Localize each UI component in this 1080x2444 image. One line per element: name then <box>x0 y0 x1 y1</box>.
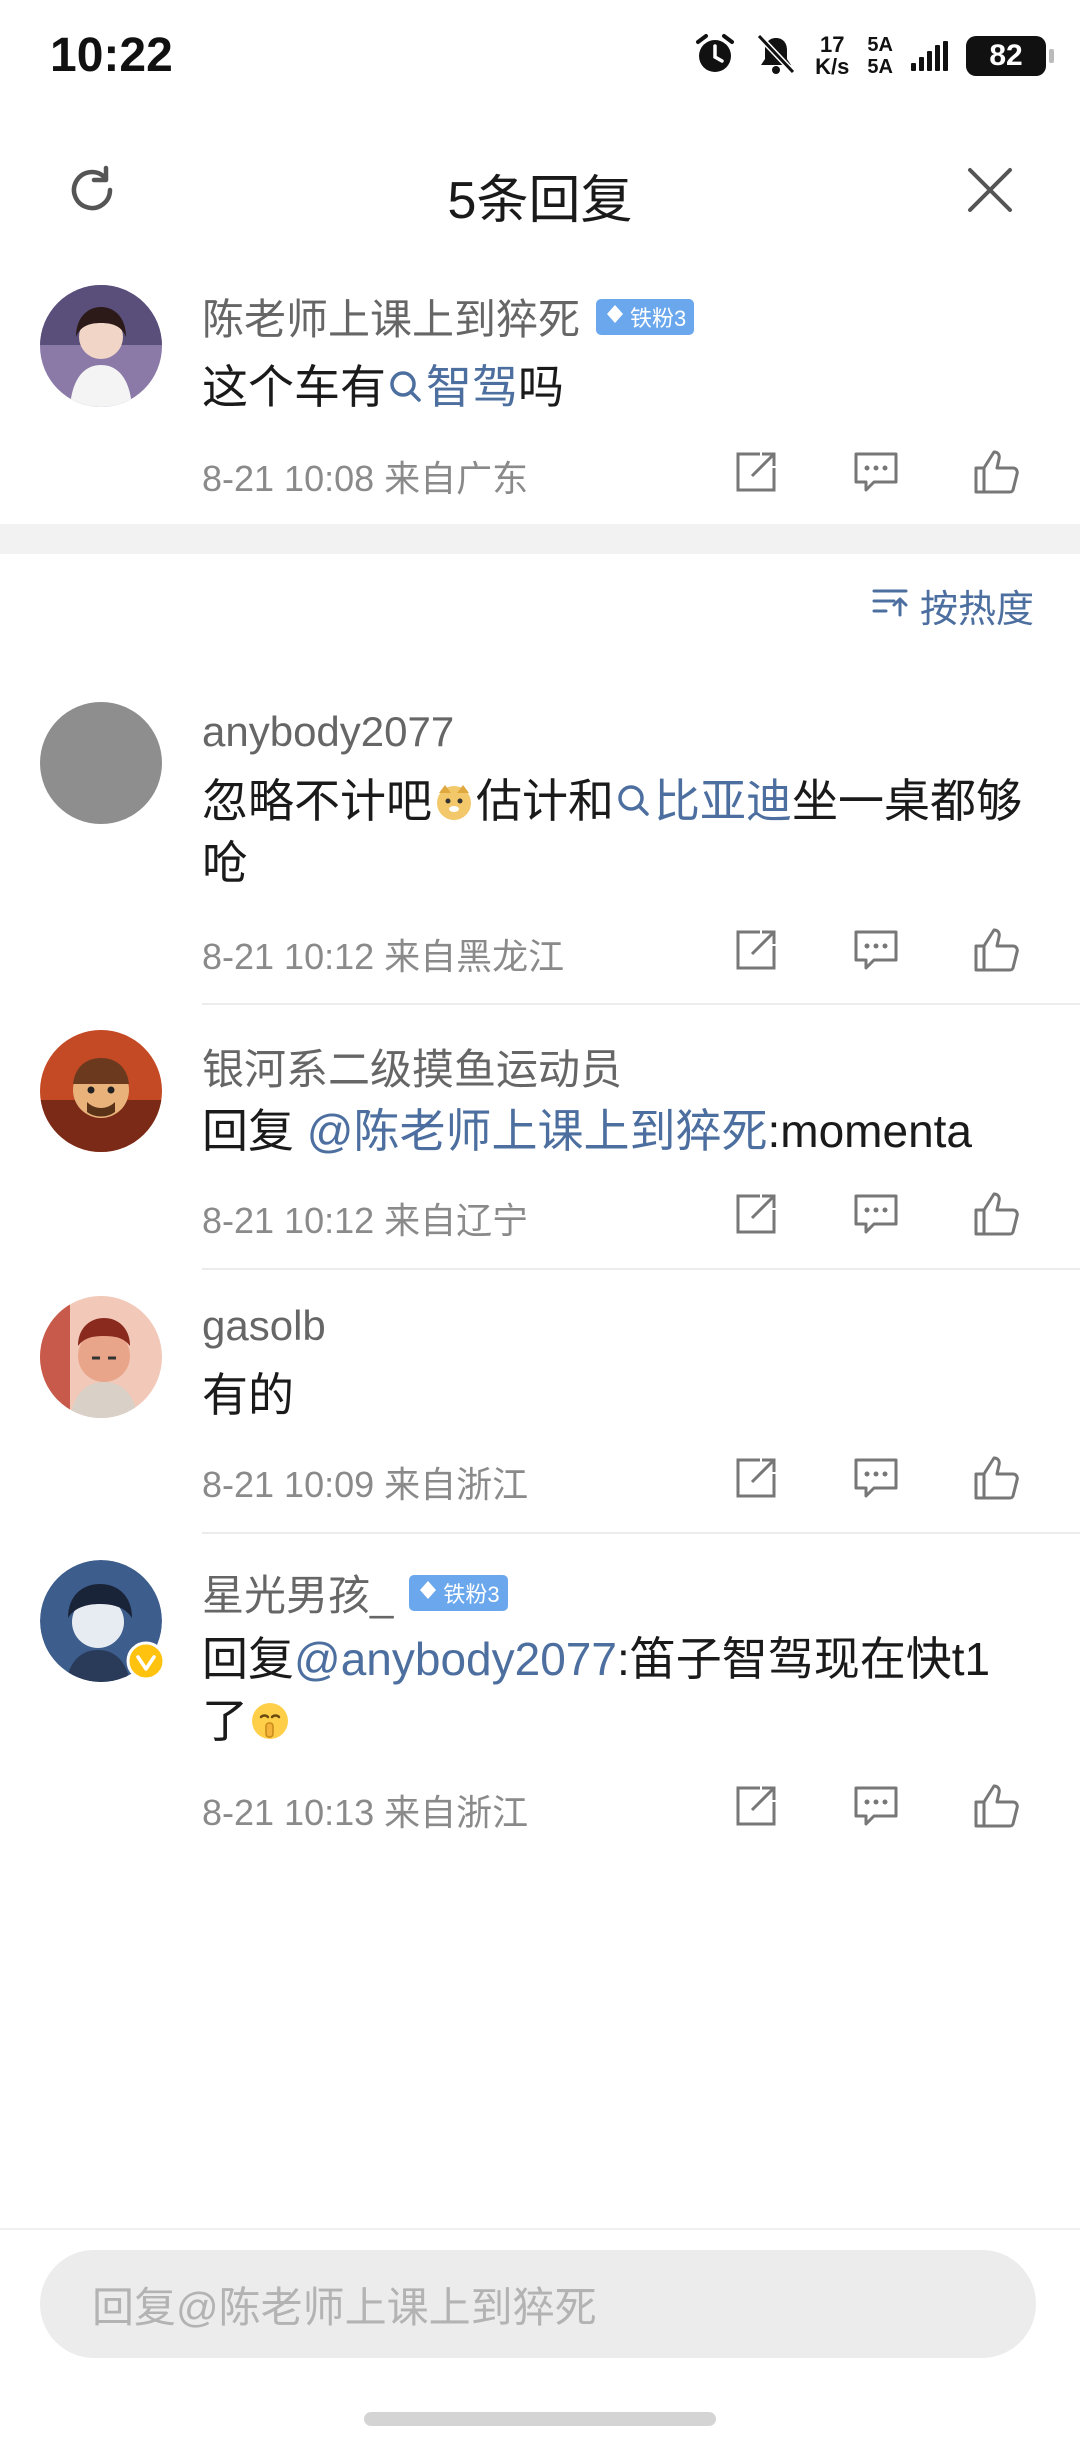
comment-author[interactable]: 陈老师上课上到猝死 铁粉3 <box>202 286 695 347</box>
like-icon[interactable] <box>972 1454 1020 1502</box>
like-icon[interactable] <box>972 448 1020 496</box>
comment-actions <box>732 1190 1020 1238</box>
search-icon <box>614 775 654 827</box>
reply-footer: 回复@陈老师上课上到猝死 <box>0 2228 1080 2444</box>
row-divider <box>202 1268 1080 1270</box>
avatar[interactable] <box>40 702 162 824</box>
status-bar: 10:22 17 K/s 5A 5A 82 <box>0 0 1080 110</box>
comment-icon[interactable] <box>852 1454 900 1502</box>
comment-meta: 8-21 10:13 来自浙江 <box>202 1792 529 1833</box>
comment-author[interactable]: gasolb <box>202 1302 326 1350</box>
badge-label: 铁粉3 <box>630 305 687 331</box>
shush-emoji-icon <box>248 1695 292 1747</box>
avatar[interactable] <box>40 1560 166 1682</box>
network-speed: 17 K/s <box>815 34 849 78</box>
author-name[interactable]: 陈老师上课上到猝死 <box>202 286 580 347</box>
comment-meta: 8-21 10:12 来自辽宁 <box>202 1200 529 1241</box>
reply-input[interactable]: 回复@陈老师上课上到猝死 <box>40 2250 1036 2358</box>
topic-link-text[interactable]: 比亚迪 <box>654 775 792 827</box>
topic-link[interactable]: 比亚迪 <box>614 775 792 827</box>
doge-emoji-icon <box>432 775 476 827</box>
content-text: 吗 <box>518 361 564 413</box>
fan-badge: 铁粉3 <box>596 298 695 335</box>
author-name[interactable]: anybody2077 <box>202 708 454 756</box>
author-name[interactable]: 银河系二级摸鱼运动员 <box>202 1036 622 1097</box>
search-icon <box>386 361 426 413</box>
share-icon[interactable] <box>732 1190 780 1238</box>
fan-badge: 铁粉3 <box>409 1574 508 1611</box>
speed-value: 17 <box>820 32 845 57</box>
comment-author[interactable]: anybody2077 <box>202 708 454 756</box>
comment-actions <box>732 926 1020 974</box>
content-text: :momenta <box>767 1105 973 1157</box>
row-divider <box>202 1532 1080 1534</box>
comment-icon[interactable] <box>852 1782 900 1830</box>
row-divider <box>202 1003 1080 1005</box>
share-icon[interactable] <box>732 1454 780 1502</box>
content-text: 回复 <box>202 1105 307 1157</box>
comment-content: 忽略不计吧 估计和 比亚迪坐一桌都够呛 <box>202 770 1030 894</box>
share-icon[interactable] <box>732 448 780 496</box>
alarm-icon <box>693 32 737 81</box>
header: 5条回复 <box>0 130 1080 250</box>
badge-label: 铁粉3 <box>443 1581 500 1607</box>
comment-author[interactable]: 星光男孩_ 铁粉3 <box>202 1562 508 1623</box>
author-name[interactable]: gasolb <box>202 1302 326 1350</box>
topic-link[interactable]: 智驾 <box>386 361 518 413</box>
sort-label[interactable]: 按热度 <box>920 578 1034 633</box>
like-icon[interactable] <box>972 1782 1020 1830</box>
sort-button[interactable]: 按热度 <box>870 578 1034 633</box>
section-divider <box>0 524 1080 554</box>
avatar[interactable] <box>40 285 162 407</box>
comment-content: 回复 @陈老师上课上到猝死:momenta <box>202 1100 1030 1162</box>
signal-icon <box>911 41 948 71</box>
content-text: 回复 <box>202 1633 294 1685</box>
page-title: 5条回复 <box>447 172 633 230</box>
verified-icon <box>126 1641 166 1686</box>
bell-off-icon <box>755 32 797 81</box>
avatar[interactable] <box>40 1030 162 1152</box>
avatar[interactable] <box>40 1296 162 1418</box>
status-icons: 17 K/s 5A 5A 82 <box>693 30 1054 82</box>
network-type: 5A 5A <box>867 34 893 78</box>
content-text: 忽略不计吧 <box>202 775 432 827</box>
content-text: 这个车有 <box>202 361 386 413</box>
comment-icon[interactable] <box>852 1190 900 1238</box>
author-name[interactable]: 星光男孩_ <box>202 1562 393 1623</box>
diamond-icon <box>604 303 626 331</box>
topic-link-text[interactable]: 智驾 <box>426 361 518 413</box>
network-type-top: 5A <box>867 34 893 56</box>
battery-icon: 82 <box>966 36 1054 76</box>
comment-content: 有的 <box>202 1369 294 1421</box>
comment-actions <box>732 1782 1020 1830</box>
comment-meta: 8-21 10:09 来自浙江 <box>202 1464 529 1505</box>
status-time: 10:22 <box>50 29 173 82</box>
comment-meta: 8-21 10:12 来自黑龙江 <box>202 936 565 977</box>
comment-content: 这个车有 智驾吗 <box>202 356 1030 418</box>
comment-icon[interactable] <box>852 448 900 496</box>
comment-actions <box>732 1454 1020 1502</box>
comment-content: 回复@anybody2077:笛子智驾现在快t1了 <box>202 1628 1030 1752</box>
share-icon[interactable] <box>732 1782 780 1830</box>
share-icon[interactable] <box>732 926 780 974</box>
network-type-bottom: 5A <box>867 56 893 78</box>
diamond-icon <box>417 1579 439 1607</box>
home-indicator[interactable] <box>364 2412 716 2426</box>
comment-author[interactable]: 银河系二级摸鱼运动员 <box>202 1036 622 1097</box>
close-icon[interactable] <box>962 162 1018 218</box>
mention-link[interactable]: @anybody2077 <box>294 1633 617 1685</box>
speed-unit: K/s <box>815 54 850 79</box>
sort-icon <box>870 581 910 631</box>
comment-meta: 8-21 10:08 来自广东 <box>202 458 529 499</box>
like-icon[interactable] <box>972 926 1020 974</box>
comment-icon[interactable] <box>852 926 900 974</box>
content-text: 估计和 <box>476 775 614 827</box>
like-icon[interactable] <box>972 1190 1020 1238</box>
comment-actions <box>732 448 1020 496</box>
mention-link[interactable]: @陈老师上课上到猝死 <box>307 1105 768 1157</box>
